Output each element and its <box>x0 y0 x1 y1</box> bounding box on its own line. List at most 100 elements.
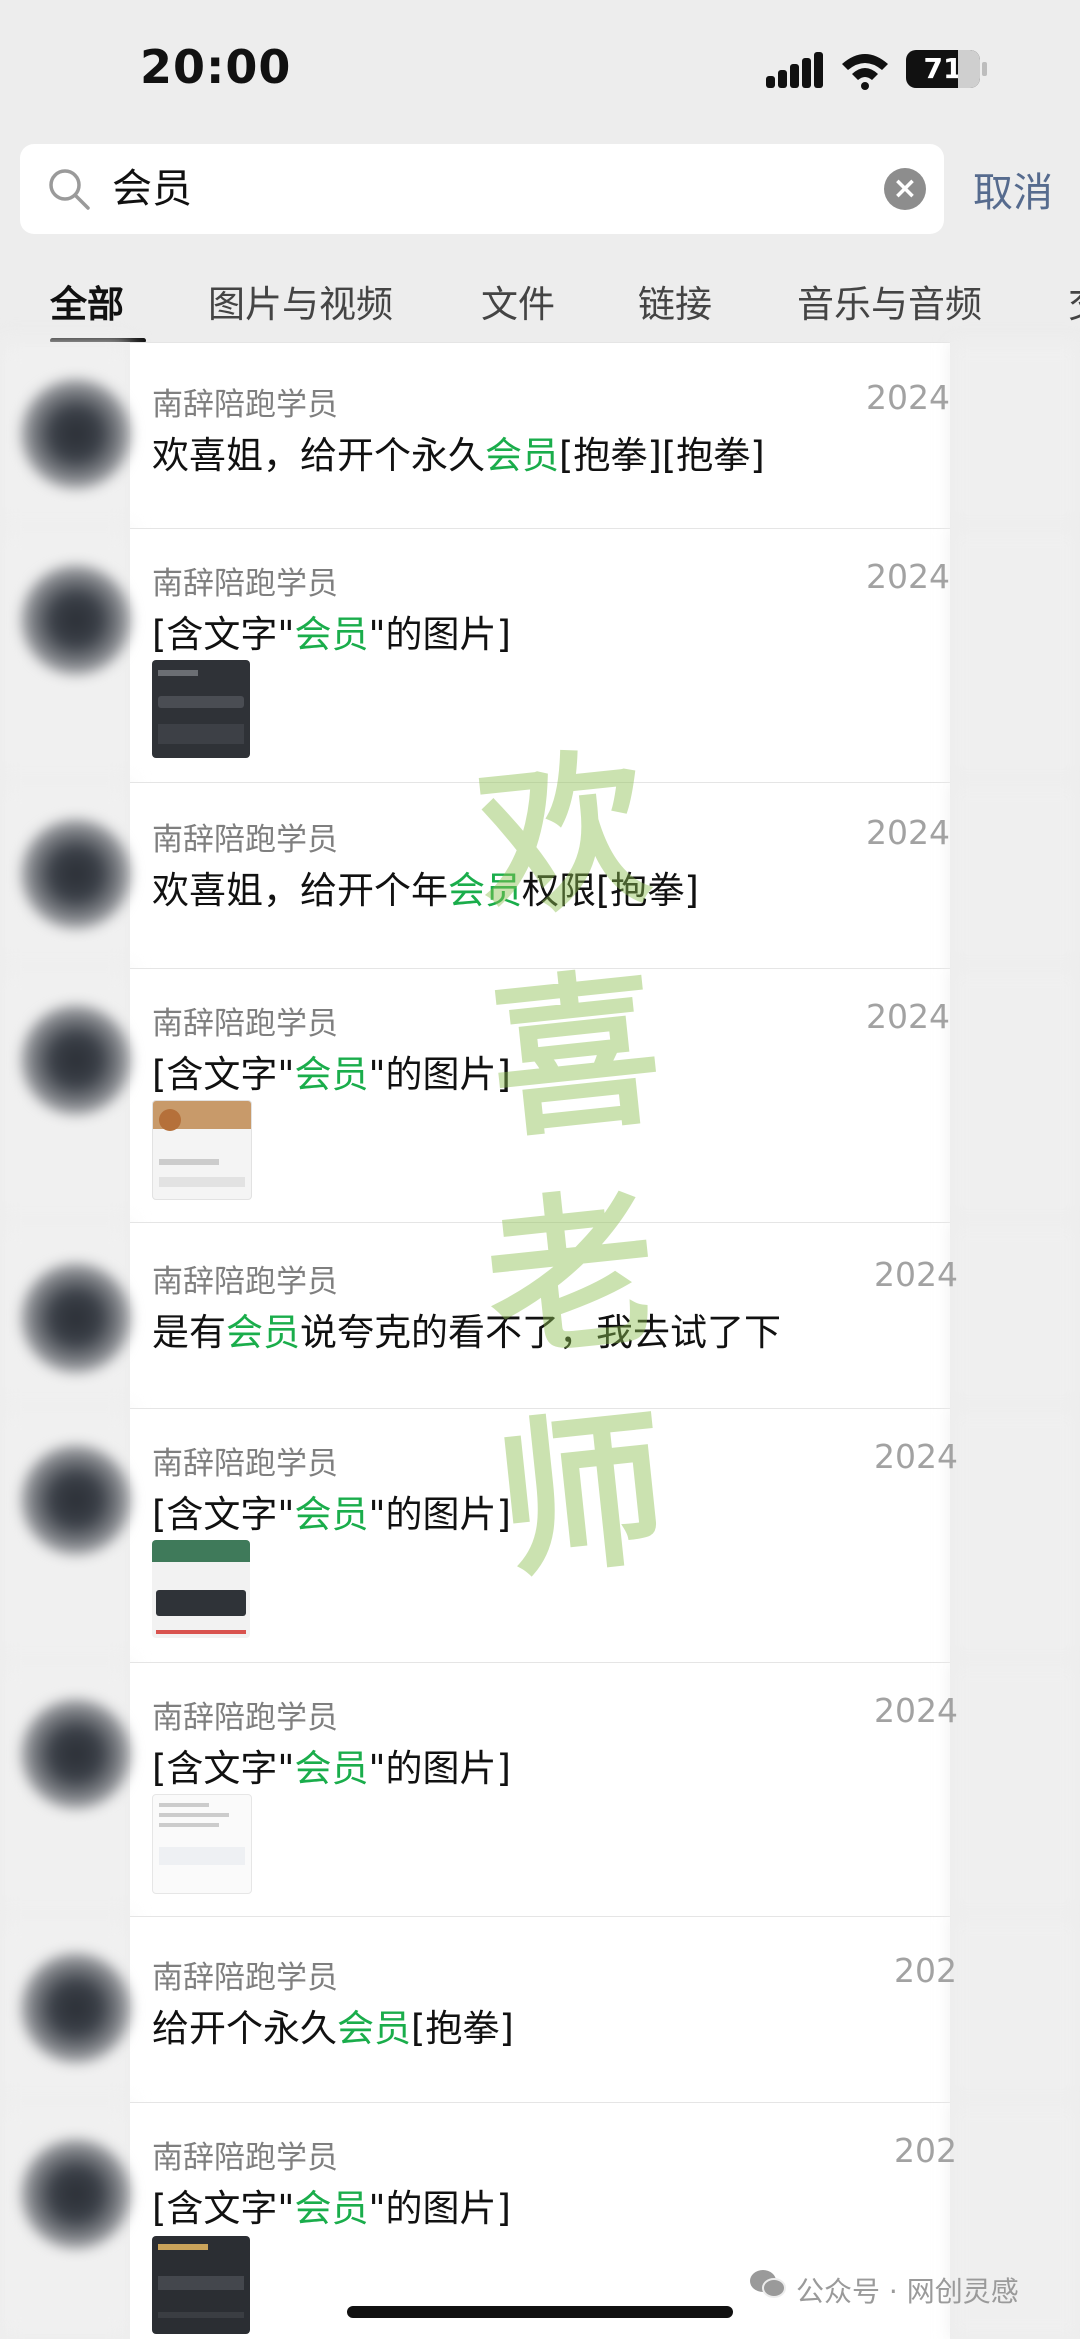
message-suffix: "的图片] <box>368 1053 511 1096</box>
message-text: [含文字"会员"的图片] <box>152 604 511 658</box>
cellular-signal-icon <box>766 52 824 88</box>
tab-images-videos[interactable]: 图片与视频 <box>208 274 393 328</box>
message-suffix: [抱拳] <box>411 2007 514 2050</box>
sender-name: 南辞陪跑学员 <box>152 1446 338 1482</box>
wifi-icon <box>842 54 888 90</box>
blurred-area <box>950 1662 1080 1916</box>
message-date: 2024 <box>866 557 950 596</box>
keyword-highlight: 会员 <box>294 1053 369 1096</box>
home-indicator[interactable] <box>347 2306 733 2318</box>
message-suffix: "的图片] <box>368 1493 511 1536</box>
message-date: 2024 <box>866 997 950 1036</box>
watermark-char: 欢 <box>469 727 658 943</box>
message-date: 2024 <box>874 1437 958 1476</box>
tab-music-audio[interactable]: 音乐与音频 <box>797 274 982 328</box>
cancel-button[interactable]: 取消 <box>973 160 1053 218</box>
keyword-highlight: 会员 <box>226 1311 300 1354</box>
source-label: 公众号 · 网创灵感 <box>796 2275 1019 2308</box>
battery-level: 71 <box>923 52 963 85</box>
blurred-area <box>950 1916 1080 2102</box>
message-suffix: [抱拳][抱拳] <box>559 434 765 477</box>
sender-name: 南辞陪跑学员 <box>152 1700 338 1736</box>
avatar <box>20 1698 132 1810</box>
message-prefix: [含文字" <box>152 2187 295 2230</box>
avatar <box>20 1004 132 1116</box>
message-suffix: "的图片] <box>368 1747 511 1790</box>
message-prefix: 给开个永久 <box>152 2007 337 2050</box>
message-date: 2024 <box>874 1691 958 1730</box>
tab-files[interactable]: 文件 <box>481 274 555 328</box>
battery-cap <box>982 62 987 76</box>
message-prefix: 欢喜姐，给开个永久 <box>152 434 485 477</box>
image-thumbnail[interactable] <box>152 1794 252 1894</box>
keyword-highlight: 会员 <box>294 1747 369 1790</box>
avatar <box>20 564 132 676</box>
filter-tabs: 全部 图片与视频 文件 链接 音乐与音频 交 <box>0 266 1080 342</box>
avatar <box>20 1952 132 2064</box>
sender-name: 南辞陪跑学员 <box>152 566 338 602</box>
watermark-char: 师 <box>487 1387 676 1603</box>
message-text: [含文字"会员"的图片] <box>152 1738 511 1792</box>
avatar <box>20 2138 132 2250</box>
result-item[interactable]: 南辞陪跑学员 2024 欢喜姐，给开个永久会员[抱拳][抱拳] <box>0 342 1080 528</box>
watermark-char: 喜 <box>481 947 670 1163</box>
avatar <box>20 378 132 490</box>
blurred-area <box>950 782 1080 968</box>
message-text: 是有会员说夸克的看不了，我去试了下 <box>152 1302 781 1356</box>
result-item[interactable]: 南辞陪跑学员 202 给开个永久会员[抱拳] <box>0 1916 1080 2102</box>
message-prefix: [含文字" <box>152 613 295 656</box>
wechat-icon <box>750 2270 786 2298</box>
message-text: [含文字"会员"的图片] <box>152 2178 511 2232</box>
message-date: 2024 <box>866 378 950 417</box>
keyword-highlight: 会员 <box>337 2007 411 2050</box>
avatar <box>20 818 132 930</box>
tab-more[interactable]: 交 <box>1068 274 1080 328</box>
result-item[interactable]: 南辞陪跑学员 2024 [含文字"会员"的图片] <box>0 1662 1080 1916</box>
keyword-highlight: 会员 <box>294 2187 369 2230</box>
message-prefix: [含文字" <box>152 1053 295 1096</box>
search-box[interactable]: × <box>20 144 944 234</box>
message-date: 2024 <box>874 1255 958 1294</box>
image-thumbnail[interactable] <box>152 2236 250 2334</box>
battery-empty-segment <box>958 50 980 88</box>
message-prefix: [含文字" <box>152 1747 295 1790</box>
keyword-highlight: 会员 <box>294 613 369 656</box>
clear-search-icon[interactable]: × <box>884 168 926 210</box>
message-date: 2024 <box>866 813 950 852</box>
message-text: [含文字"会员"的图片] <box>152 1484 511 1538</box>
image-thumbnail[interactable] <box>152 660 250 758</box>
avatar <box>20 1262 132 1374</box>
tab-all[interactable]: 全部 <box>50 274 124 328</box>
message-prefix: [含文字" <box>152 1493 295 1536</box>
search-input[interactable] <box>112 144 812 234</box>
message-suffix: "的图片] <box>368 2187 511 2230</box>
status-time: 20:00 <box>140 40 292 94</box>
blurred-area <box>950 1222 1080 1408</box>
blurred-area <box>950 528 1080 782</box>
message-suffix: "的图片] <box>368 613 511 656</box>
blurred-area <box>950 968 1080 1222</box>
sender-name: 南辞陪跑学员 <box>152 1960 338 1996</box>
message-text: 欢喜姐，给开个永久会员[抱拳][抱拳] <box>152 425 765 479</box>
status-bar: 20:00 71 <box>0 0 1080 140</box>
image-thumbnail[interactable] <box>152 1100 252 1200</box>
avatar <box>20 1444 132 1556</box>
sender-name: 南辞陪跑学员 <box>152 1006 338 1042</box>
message-prefix: 是有 <box>152 1311 226 1354</box>
image-thumbnail[interactable] <box>152 1540 250 1638</box>
message-prefix: 欢喜姐，给开个年 <box>152 869 448 912</box>
sender-name: 南辞陪跑学员 <box>152 387 338 423</box>
keyword-highlight: 会员 <box>485 434 559 477</box>
message-date: 202 <box>894 1951 957 1990</box>
search-icon <box>49 169 90 210</box>
message-text: [含文字"会员"的图片] <box>152 1044 511 1098</box>
tab-links[interactable]: 链接 <box>638 274 712 328</box>
sender-name: 南辞陪跑学员 <box>152 1264 338 1300</box>
message-text: 给开个永久会员[抱拳] <box>152 1998 514 2052</box>
sender-name: 南辞陪跑学员 <box>152 2140 338 2176</box>
blurred-area <box>950 342 1080 528</box>
message-date: 202 <box>894 2131 957 2170</box>
blurred-area <box>950 1408 1080 1662</box>
sender-name: 南辞陪跑学员 <box>152 822 338 858</box>
keyword-highlight: 会员 <box>294 1493 369 1536</box>
